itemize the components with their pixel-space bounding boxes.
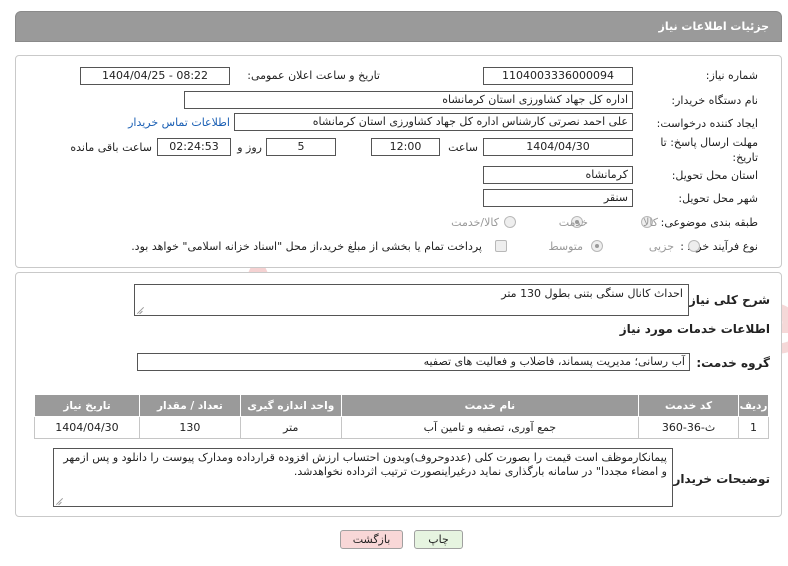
requester-field[interactable]: علی احمد نصرتی کارشناس اداره کل جهاد کشا…: [234, 113, 633, 131]
remaining-time-label: ساعت باقی مانده: [70, 141, 152, 154]
buyer-contact-link[interactable]: اطلاعات تماس خریدار: [128, 116, 230, 129]
service-group-label: گروه خدمت:: [696, 356, 770, 370]
city-field[interactable]: سنقر: [483, 189, 633, 207]
resize-handle[interactable]: [137, 307, 144, 314]
treasury-payment-note: پرداخت تمام یا بخشی از مبلغ خرید،از محل …: [131, 240, 482, 253]
deadline-label-line2: تاریخ:: [732, 151, 758, 164]
deadline-date-field[interactable]: 1404/04/30: [483, 138, 633, 156]
announce-datetime-field[interactable]: 1404/04/25 - 08:22: [80, 67, 230, 85]
services-table: ردیف کد خدمت نام خدمت واحد اندازه گیری ت…: [34, 394, 769, 439]
deadline-label-line1: مهلت ارسال پاسخ: تا: [660, 136, 758, 149]
deadline-time-field[interactable]: 12:00: [371, 138, 440, 156]
category-goods-service-label: کالا/خدمت: [451, 216, 499, 229]
summary-text: احداث کانال سنگی بتنی بطول 130 متر: [501, 287, 683, 300]
category-service-label: خدمت: [558, 216, 588, 229]
table-row[interactable]: 1 ث-36-360 جمع آوری، تصفیه و تامین آب مت…: [34, 416, 769, 439]
remaining-time-field[interactable]: 02:24:53: [157, 138, 231, 156]
resize-handle[interactable]: [56, 498, 63, 505]
buyer-notes-label: توضیحات خریدار:: [668, 472, 770, 486]
services-section-title: اطلاعات خدمات مورد نیاز: [619, 322, 770, 336]
purchase-medium-label: متوسط: [548, 240, 583, 253]
buyer-org-label: نام دستگاه خریدار:: [671, 94, 758, 107]
buyer-org-field[interactable]: اداره کل جهاد کشاورزی استان کرمانشاه: [184, 91, 633, 109]
remaining-days-field[interactable]: 5: [266, 138, 336, 156]
category-label: طبقه بندی موضوعی:: [660, 216, 758, 229]
need-number-field[interactable]: 1104003336000094: [483, 67, 633, 85]
purchase-minor-radio[interactable]: [688, 240, 700, 252]
page-header: جزئیات اطلاعات نیاز: [15, 11, 782, 42]
cell-qty: 130: [138, 416, 241, 439]
cell-name: جمع آوری، تصفیه و تامین آب: [340, 416, 640, 439]
page-title: جزئیات اطلاعات نیاز: [658, 20, 770, 33]
purchase-minor-label: جزیی: [648, 240, 674, 253]
service-group-field[interactable]: آب رسانی؛ مدیریت پسماند، فاضلاب و فعالیت…: [137, 353, 690, 371]
province-label: استان محل تحویل:: [671, 169, 758, 182]
col-row-header: ردیف: [738, 394, 769, 417]
province-field[interactable]: کرمانشاه: [483, 166, 633, 184]
city-label: شهر محل تحویل:: [678, 192, 758, 205]
col-qty-header: تعداد / مقدار: [138, 394, 241, 417]
col-code-header: کد خدمت: [638, 394, 740, 417]
buyer-notes-textarea[interactable]: پیمانکارموظف است قیمت را بصورت کلی (عددو…: [53, 448, 673, 507]
cell-date: 1404/04/30: [34, 416, 140, 439]
need-number-label: شماره نیاز:: [705, 69, 758, 82]
deadline-time-label: ساعت: [448, 141, 478, 154]
col-name-header: نام خدمت: [340, 394, 640, 417]
back-button[interactable]: بازگشت: [340, 530, 403, 549]
remaining-days-label: روز و: [237, 141, 262, 154]
col-date-header: تاریخ نیاز: [34, 394, 140, 417]
cell-code: ث-36-360: [638, 416, 740, 439]
announce-datetime-label: تاریخ و ساعت اعلان عمومی:: [247, 69, 380, 82]
requester-label: ایجاد کننده درخواست:: [656, 117, 758, 130]
treasury-payment-checkbox[interactable]: [495, 240, 507, 252]
col-unit-header: واحد اندازه گیری: [239, 394, 342, 417]
purchase-medium-radio[interactable]: [591, 240, 603, 252]
category-goods-service-radio[interactable]: [504, 216, 516, 228]
cell-row: 1: [738, 416, 769, 439]
buyer-notes-text: پیمانکارموظف است قیمت را بصورت کلی (عددو…: [63, 451, 667, 478]
category-goods-label: کالا: [643, 216, 658, 229]
summary-label: شرح کلی نیاز:: [684, 293, 770, 307]
cell-unit: متر: [239, 416, 342, 439]
print-button[interactable]: چاپ: [414, 530, 463, 549]
table-header-row: ردیف کد خدمت نام خدمت واحد اندازه گیری ت…: [34, 394, 769, 417]
need-info-panel: [15, 55, 782, 268]
summary-textarea[interactable]: احداث کانال سنگی بتنی بطول 130 متر: [134, 284, 689, 316]
